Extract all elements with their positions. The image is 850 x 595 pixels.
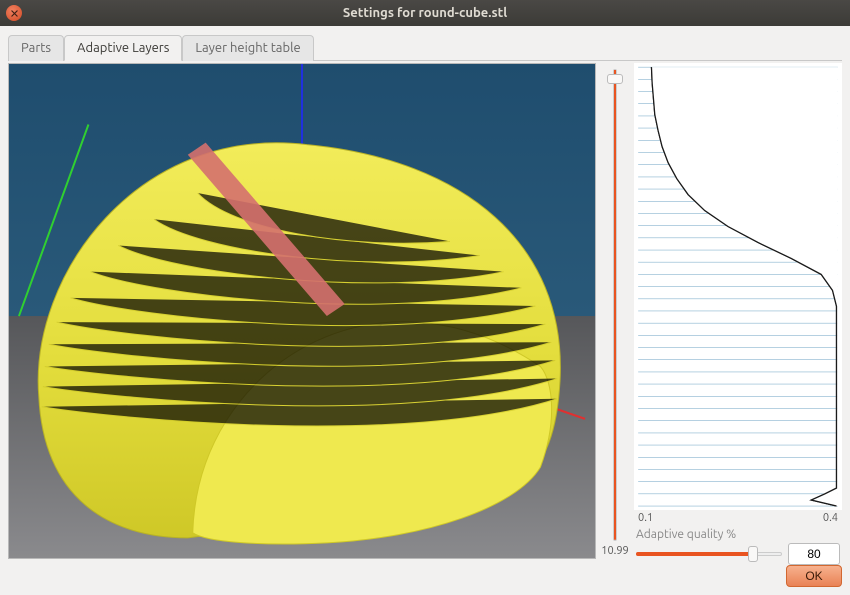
chart-x-axis: 0.1 0.4 (634, 510, 842, 524)
window-title: Settings for round-cube.stl (343, 6, 507, 20)
adaptive-quality-slider[interactable] (636, 552, 782, 556)
adaptive-quality-fill (636, 552, 753, 556)
vertical-z-slider-track[interactable] (613, 69, 617, 541)
tab-adaptive-layers[interactable]: Adaptive Layers (64, 35, 182, 61)
content: Parts Adaptive Layers Layer height table (0, 26, 850, 595)
vertical-z-value: 10.99 (601, 545, 629, 557)
vertical-z-slider: 10.99 (602, 63, 628, 559)
tab-parts[interactable]: Parts (8, 35, 64, 61)
main-row: 10.99 0.1 0.4 Adaptive quality % (8, 63, 842, 559)
right-panel: 0.1 0.4 Adaptive quality % (634, 63, 842, 559)
tab-layer-height-table[interactable]: Layer height table (182, 35, 313, 61)
close-icon (11, 10, 18, 17)
vertical-z-slider-fill (614, 70, 616, 540)
ok-button[interactable]: OK (786, 565, 842, 587)
chart-x-max: 0.4 (823, 512, 838, 524)
titlebar: Settings for round-cube.stl (0, 0, 850, 26)
adaptive-quality-label: Adaptive quality % (634, 524, 842, 543)
3d-scene (9, 64, 595, 558)
vertical-z-slider-thumb[interactable] (607, 74, 623, 84)
footer: OK (8, 559, 842, 587)
chart-x-min: 0.1 (638, 512, 653, 524)
tabbar: Parts Adaptive Layers Layer height table (8, 34, 842, 61)
close-button[interactable] (6, 5, 22, 21)
adaptive-quality-thumb[interactable] (748, 546, 758, 562)
3d-viewport[interactable] (8, 63, 596, 559)
layer-height-chart (634, 63, 842, 510)
